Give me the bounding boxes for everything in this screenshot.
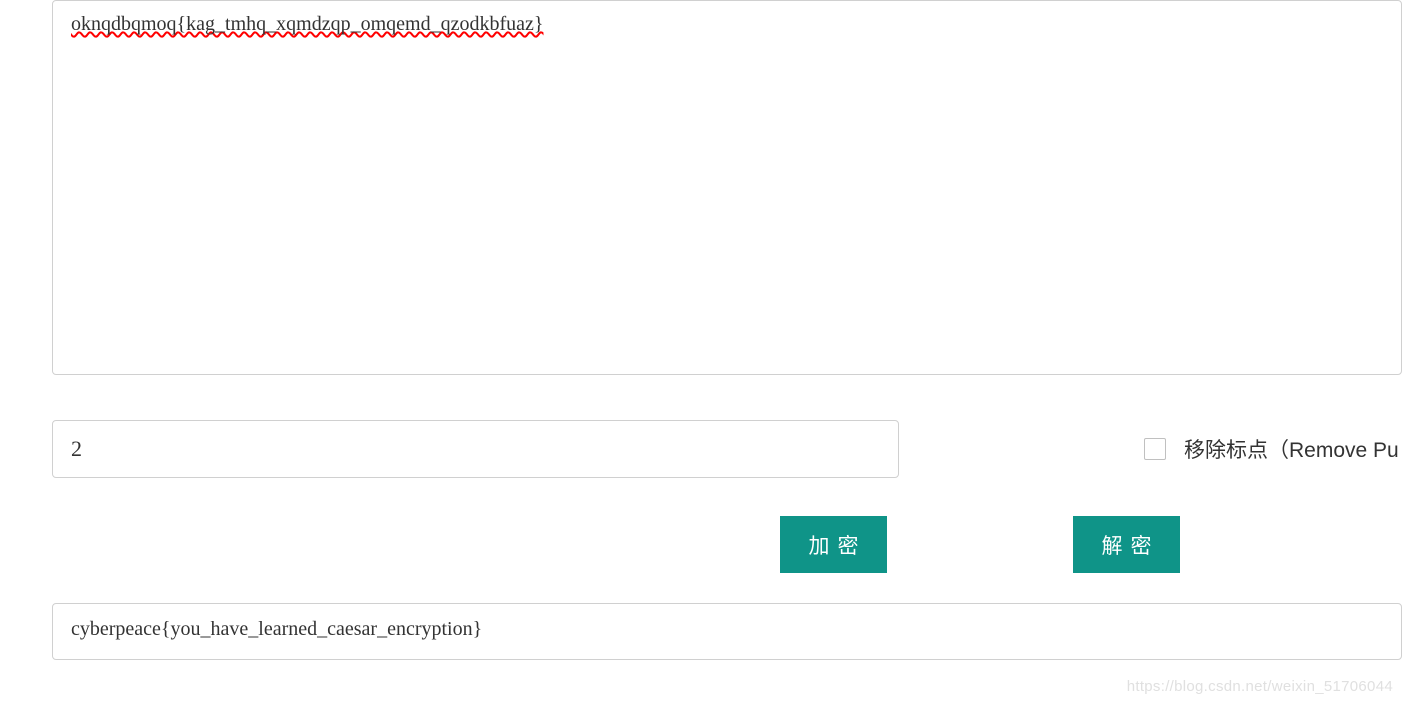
options-row: 移除标点（Remove Pu — [52, 420, 1403, 478]
decrypt-button[interactable]: 解密 — [1073, 516, 1180, 573]
shift-input[interactable] — [52, 420, 899, 478]
button-row: 加密 解密 — [52, 516, 1403, 573]
remove-punctuation-label: 移除标点（Remove Pu — [1184, 434, 1399, 464]
ciphertext-input[interactable] — [52, 0, 1402, 375]
plaintext-output: cyberpeace{you_have_learned_caesar_encry… — [52, 603, 1402, 660]
encrypt-button[interactable]: 加密 — [780, 516, 887, 573]
remove-punctuation-checkbox[interactable] — [1144, 438, 1166, 460]
remove-punctuation-option: 移除标点（Remove Pu — [1144, 434, 1399, 464]
watermark-text: https://blog.csdn.net/weixin_51706044 — [1127, 678, 1393, 695]
